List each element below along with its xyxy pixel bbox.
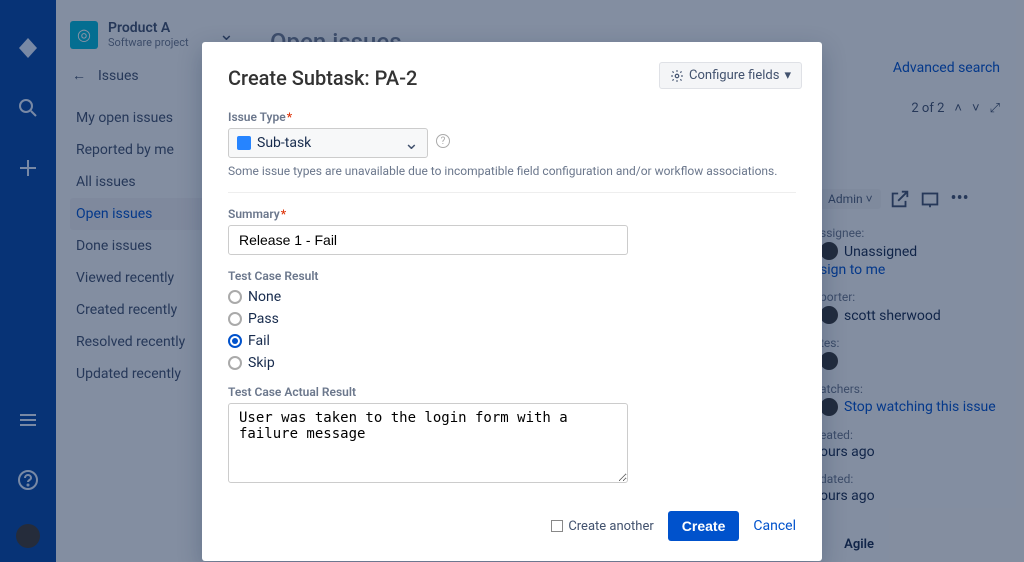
checkbox-icon [551,520,563,532]
cancel-button[interactable]: Cancel [753,518,796,534]
actual-result-textarea[interactable] [228,403,628,483]
chevron-down-icon: ▾ [784,68,791,83]
create-another-checkbox[interactable]: Create another [551,519,653,534]
radio-icon [228,334,242,348]
actual-result-label: Test Case Actual Result [228,385,796,399]
tc-option-skip[interactable]: Skip [228,355,796,371]
help-icon[interactable]: ? [436,134,450,148]
chevron-down-icon: ⌄ [404,133,419,154]
configure-fields-button[interactable]: Configure fields ▾ [659,62,802,89]
issue-type-value: Sub-task [257,135,311,151]
radio-icon [228,356,242,370]
issue-type-select[interactable]: Sub-task ⌄ [228,128,428,158]
create-button[interactable]: Create [668,511,740,541]
create-subtask-modal: Create Subtask: PA-2 Configure fields ▾ … [202,42,822,561]
gear-icon [670,69,684,83]
summary-label: Summary [228,207,796,221]
issue-type-label: Issue Type [228,110,796,124]
radio-icon [228,290,242,304]
tc-option-fail[interactable]: Fail [228,333,796,349]
modal-footer: Create another Create Cancel [228,511,796,541]
tc-option-pass[interactable]: Pass [228,311,796,327]
summary-input[interactable] [228,225,628,255]
radio-icon [228,312,242,326]
tc-option-none[interactable]: None [228,289,796,305]
subtask-icon [237,136,251,150]
test-case-result-label: Test Case Result [228,269,796,283]
issue-type-hint: Some issue types are unavailable due to … [228,164,796,193]
